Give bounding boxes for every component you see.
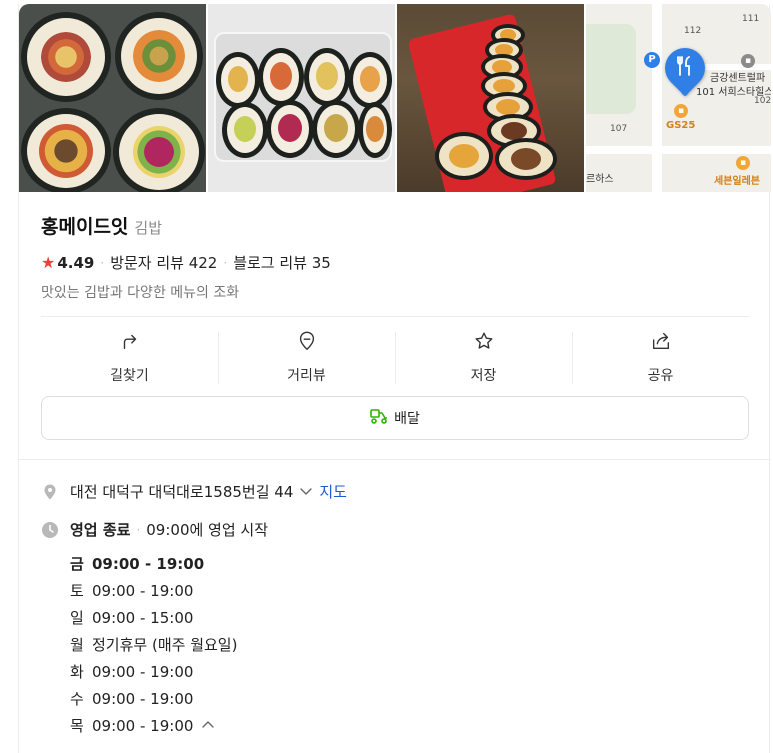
hours-row: 수 09:00 - 19:00 bbox=[70, 685, 237, 712]
chevron-down-icon[interactable] bbox=[299, 485, 313, 499]
business-status: 영업 종료 bbox=[70, 521, 131, 539]
location-marker-icon bbox=[41, 483, 59, 501]
kimbap-slice bbox=[21, 108, 111, 192]
photo-kimbap-tray[interactable] bbox=[19, 4, 206, 192]
action-bar: 길찾기 거리뷰 저장 공유 bbox=[41, 330, 749, 386]
map-label: 112 bbox=[684, 26, 702, 36]
chevron-up-icon[interactable] bbox=[201, 719, 215, 733]
map-label: 107 bbox=[610, 124, 628, 134]
kimbap-slice bbox=[304, 48, 350, 106]
map-label-seven-eleven: 세븐일레븐 bbox=[714, 176, 760, 187]
kimbap-slice bbox=[258, 48, 304, 106]
hours-time: 정기휴무 (매주 월요일) bbox=[92, 636, 238, 654]
kimbap-slice bbox=[216, 52, 260, 108]
hours-list: 금 09:00 - 19:00 토 09:00 - 19:00 일 09:00 … bbox=[70, 550, 237, 739]
map-label: 111 bbox=[742, 14, 760, 24]
save-button[interactable]: 저장 bbox=[395, 330, 572, 386]
kimbap-slice bbox=[312, 100, 360, 158]
clock-icon bbox=[41, 521, 59, 539]
hours-row: 토 09:00 - 19:00 bbox=[70, 577, 237, 604]
delivery-scooter-icon bbox=[370, 408, 388, 428]
kimbap-slice bbox=[495, 138, 557, 180]
blog-reviews-link[interactable]: 블로그 리뷰 35 bbox=[233, 252, 331, 273]
divider bbox=[41, 316, 749, 317]
hours-row: 목 09:00 - 19:00 bbox=[70, 712, 237, 739]
rating-value: 4.49 bbox=[57, 253, 95, 272]
save-label: 저장 bbox=[470, 368, 497, 384]
rating-row: ★ 4.49 · 방문자 리뷰 422 · 블로그 리뷰 35 bbox=[41, 252, 331, 273]
place-card: 111 112 금강센트럴파 101 서희스타힐스 102 107 GS25 세… bbox=[18, 4, 771, 753]
share-label: 공유 bbox=[647, 368, 674, 384]
kimbap-slice bbox=[266, 100, 314, 158]
map-link[interactable]: 지도 bbox=[319, 481, 347, 502]
photo-takeout-box[interactable] bbox=[208, 4, 395, 192]
convenience-store-icon: ▪ bbox=[736, 156, 750, 170]
kimbap-slice bbox=[348, 52, 392, 108]
place-title-row: 홍메이드잇 김밥 bbox=[41, 212, 162, 239]
map-thumbnail[interactable]: 111 112 금강센트럴파 101 서희스타힐스 102 107 GS25 세… bbox=[586, 4, 771, 192]
hours-time: 09:00 - 19:00 bbox=[92, 581, 194, 600]
share-icon bbox=[650, 330, 672, 356]
address-row: 대전 대덕구 대덕대로1585번길 44 지도 bbox=[41, 481, 347, 502]
hours-day: 금 bbox=[70, 555, 84, 573]
separator-dot: · bbox=[136, 522, 141, 537]
map-label: 금강센트럴파 bbox=[710, 73, 766, 84]
directions-button[interactable]: 길찾기 bbox=[41, 330, 218, 386]
kimbap-slice bbox=[435, 132, 493, 180]
kimbap-slice bbox=[222, 102, 268, 158]
section-divider bbox=[19, 459, 771, 460]
directions-icon bbox=[119, 330, 141, 356]
fork-knife-icon bbox=[673, 54, 697, 78]
address-text[interactable]: 대전 대덕구 대덕대로1585번길 44 bbox=[70, 481, 293, 502]
map-road bbox=[586, 146, 771, 154]
hours-day: 월 bbox=[70, 636, 84, 654]
map-road bbox=[652, 4, 662, 192]
parking-icon: P bbox=[644, 52, 660, 68]
share-button[interactable]: 공유 bbox=[572, 330, 749, 386]
photo-red-plate[interactable] bbox=[397, 4, 584, 192]
delivery-button[interactable]: 배달 bbox=[41, 396, 749, 440]
building-icon: ▪ bbox=[741, 54, 755, 68]
separator-dot: · bbox=[223, 255, 228, 270]
photo-strip[interactable]: 111 112 금강센트럴파 101 서희스타힐스 102 107 GS25 세… bbox=[19, 4, 771, 192]
pin-shadow bbox=[681, 88, 689, 96]
directions-label: 길찾기 bbox=[110, 368, 149, 384]
street-view-button[interactable]: 거리뷰 bbox=[218, 330, 395, 386]
hours-time: 09:00 - 19:00 bbox=[92, 554, 205, 573]
next-open-text: 09:00에 영업 시작 bbox=[146, 521, 269, 539]
separator-dot: · bbox=[100, 255, 105, 270]
hours-time: 09:00 - 19:00 bbox=[92, 662, 194, 681]
hours-time: 09:00 - 19:00 bbox=[92, 689, 194, 708]
star-rating-icon: ★ bbox=[41, 253, 56, 272]
hours-time: 09:00 - 15:00 bbox=[92, 608, 194, 627]
star-icon bbox=[473, 330, 495, 356]
kimbap-slice bbox=[21, 12, 111, 102]
hours-time: 09:00 - 19:00 bbox=[92, 716, 194, 735]
map-label: 102 bbox=[754, 96, 771, 106]
hours-day: 목 bbox=[70, 717, 84, 735]
hours-day: 화 bbox=[70, 663, 84, 681]
map-label: 르하스 bbox=[586, 174, 614, 185]
kimbap-slice bbox=[115, 12, 203, 100]
street-view-icon bbox=[296, 330, 318, 356]
hours-day: 토 bbox=[70, 582, 84, 600]
place-description: 맛있는 김밥과 다양한 메뉴의 조화 bbox=[41, 285, 240, 301]
street-view-label: 거리뷰 bbox=[287, 368, 326, 384]
business-hours-row[interactable]: 영업 종료 · 09:00에 영업 시작 bbox=[41, 519, 268, 540]
hours-day: 수 bbox=[70, 690, 84, 708]
hours-row-today: 금 09:00 - 19:00 bbox=[70, 550, 237, 577]
hours-row: 일 09:00 - 15:00 bbox=[70, 604, 237, 631]
place-category: 김밥 bbox=[134, 219, 163, 237]
place-name: 홍메이드잇 bbox=[41, 216, 129, 238]
kimbap-slice bbox=[113, 108, 205, 192]
delivery-label: 배달 bbox=[394, 411, 420, 427]
hours-row: 화 09:00 - 19:00 bbox=[70, 658, 237, 685]
hours-day: 일 bbox=[70, 609, 84, 627]
hours-row: 월 정기휴무 (매주 월요일) bbox=[70, 631, 237, 658]
convenience-store-icon: ▪ bbox=[674, 104, 688, 118]
map-park bbox=[586, 24, 636, 114]
kimbap-slice bbox=[358, 102, 392, 158]
map-label-gs25: GS25 bbox=[666, 120, 696, 131]
visitor-reviews-link[interactable]: 방문자 리뷰 422 bbox=[110, 252, 217, 273]
